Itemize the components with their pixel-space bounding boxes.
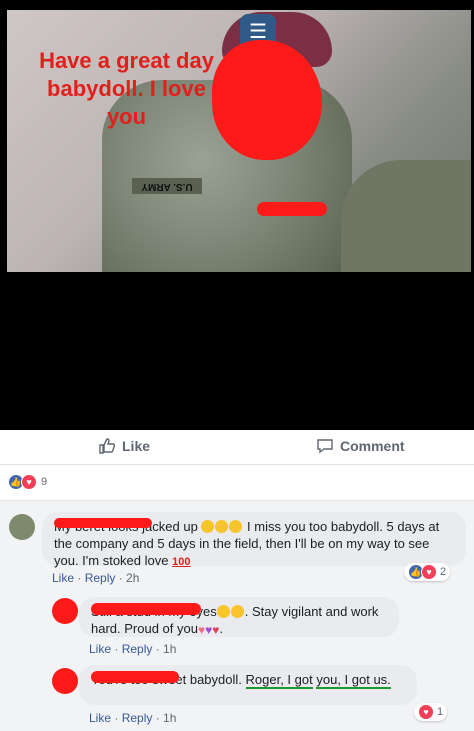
comment-reaction-count: 2 — [440, 566, 447, 578]
post-photo-area: ☰ U.S. ARMY Have a great day babydoll. I… — [0, 0, 474, 430]
commenter-name-redaction — [91, 603, 201, 615]
laughing-emoji-icon — [215, 520, 229, 533]
thumbs-up-icon — [99, 438, 116, 454]
pink-heart-icon: ♥ — [197, 623, 206, 637]
comment-time: 1h — [163, 642, 177, 656]
comment-reply-link[interactable]: Reply — [122, 642, 153, 656]
like-label: Like — [122, 438, 151, 454]
reactions-summary[interactable]: 👍 ♥ 9 — [8, 474, 47, 490]
comment-reaction-count: 1 — [437, 706, 444, 718]
hundred-emoji-icon: 100 — [172, 556, 191, 568]
comment-meta: Like · Reply · 2h — [52, 571, 140, 585]
comment-reply-link[interactable]: Reply — [122, 711, 153, 725]
post-photo[interactable]: ☰ U.S. ARMY Have a great day babydoll. I… — [7, 10, 471, 272]
comment-like-link[interactable]: Like — [89, 711, 111, 725]
photo-caption: Have a great day babydoll. I love you — [39, 48, 214, 129]
comment-reply-link[interactable]: Reply — [85, 571, 116, 585]
avatar-redaction[interactable] — [52, 598, 78, 624]
comment-reactions-badge[interactable]: 👍 ♥ 2 — [404, 563, 451, 581]
comment-time: 2h — [126, 571, 140, 585]
comment-meta: Like · Reply · 1h — [89, 642, 177, 656]
photo-shoulder — [341, 160, 471, 272]
comment-bubble-icon — [317, 439, 333, 454]
comment-text-part: . — [219, 621, 223, 636]
laughing-emoji-icon — [229, 520, 243, 533]
love-reaction-icon: ♥ — [418, 704, 434, 720]
purple-heart-icon: ♥ — [205, 623, 213, 637]
comment-like-link[interactable]: Like — [52, 571, 74, 585]
heart-eyes-emoji-icon — [230, 605, 244, 618]
comment-bubble: My beret looks jacked up I miss you too … — [42, 512, 466, 568]
comment-bubble: Still a stud in my eyes. Stay vigilant a… — [79, 597, 399, 637]
like-button[interactable]: Like — [98, 437, 150, 455]
comment-reactions-badge[interactable]: ♥ 1 — [414, 703, 448, 721]
name-redaction — [257, 202, 327, 216]
comment-underlined-text: Roger, I got — [245, 672, 313, 689]
comment-label: Comment — [340, 438, 405, 454]
comment-time: 1h — [163, 711, 177, 725]
comment-underlined-text: you, I got us. — [316, 672, 391, 689]
love-reaction-icon: ♥ — [21, 474, 37, 490]
comment-meta: Like · Reply · 1h — [89, 711, 177, 725]
divider — [0, 464, 474, 465]
avatar-redaction[interactable] — [52, 668, 78, 694]
love-reaction-icon: ♥ — [421, 564, 437, 580]
nametape: U.S. ARMY — [132, 178, 202, 194]
face-redaction — [212, 40, 322, 160]
avatar[interactable] — [9, 514, 35, 540]
laughing-emoji-icon — [201, 520, 215, 533]
commenter-name-redaction — [91, 671, 179, 683]
comment-button[interactable]: Comment — [316, 437, 405, 455]
reactions-count: 9 — [41, 476, 48, 488]
comment-like-link[interactable]: Like — [89, 642, 111, 656]
post-actions-bar: Like Comment — [0, 430, 474, 464]
comment-bubble: You're too sweet babydoll. Roger, I got … — [79, 665, 417, 705]
commenter-name-redaction — [54, 518, 152, 528]
heart-eyes-emoji-icon — [216, 605, 230, 618]
